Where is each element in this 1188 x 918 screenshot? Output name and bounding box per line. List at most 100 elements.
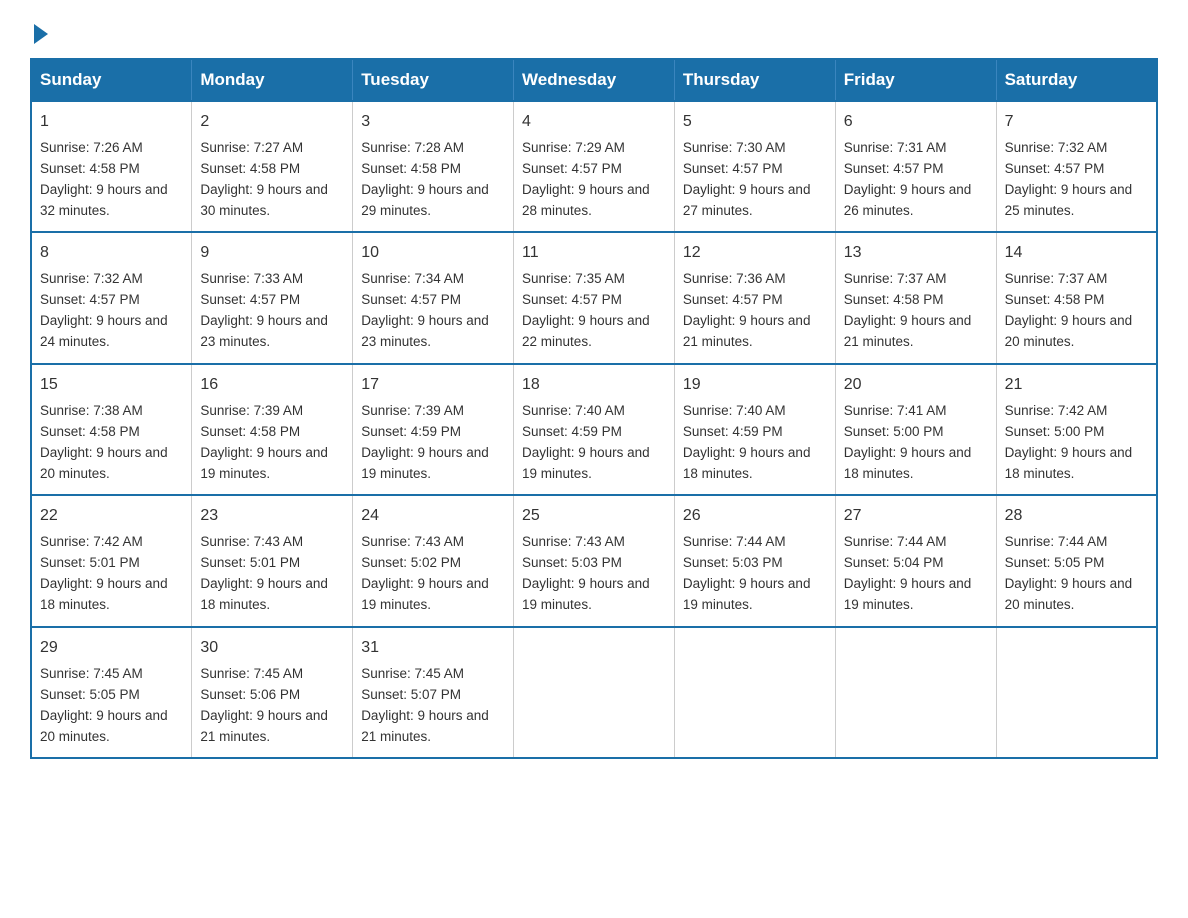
sunset-text: Sunset: 4:58 PM [200,424,300,439]
daylight-text: Daylight: 9 hours and 30 minutes. [200,182,328,218]
daylight-text: Daylight: 9 hours and 19 minutes. [361,576,489,612]
sunrise-text: Sunrise: 7:26 AM [40,140,143,155]
sunset-text: Sunset: 4:59 PM [361,424,461,439]
calendar-cell: 5Sunrise: 7:30 AMSunset: 4:57 PMDaylight… [674,101,835,232]
sunrise-text: Sunrise: 7:34 AM [361,271,464,286]
weekday-saturday: Saturday [996,59,1157,101]
day-number: 9 [200,241,344,266]
day-number: 16 [200,373,344,398]
daylight-text: Daylight: 9 hours and 22 minutes. [522,313,650,349]
sunrise-text: Sunrise: 7:39 AM [361,403,464,418]
daylight-text: Daylight: 9 hours and 27 minutes. [683,182,811,218]
sunset-text: Sunset: 4:57 PM [361,292,461,307]
calendar-cell: 20Sunrise: 7:41 AMSunset: 5:00 PMDayligh… [835,364,996,495]
calendar-cell: 29 Sunrise: 7:45 AM Sunset: 5:05 PM Dayligh… [31,627,192,758]
daylight-text: Daylight: 9 hours and 19 minutes. [844,576,972,612]
weekday-friday: Friday [835,59,996,101]
page-header [30,20,1158,40]
day-number: 24 [361,504,505,529]
daylight-text: Daylight: 9 hours and 20 minutes. [40,708,168,744]
day-number: 29 [40,636,183,661]
weekday-header-row: SundayMondayTuesdayWednesdayThursdayFrid… [31,59,1157,101]
calendar-week-3: 15 Sunrise: 7:38 AM Sunset: 4:58 PM Dayligh… [31,364,1157,495]
day-number: 26 [683,504,827,529]
day-number: 25 [522,504,666,529]
calendar-cell: 31 Sunrise: 7:45 AM Sunset: 5:07 PM Dayligh… [353,627,514,758]
calendar-cell: 24Sunrise: 7:43 AMSunset: 5:02 PMDayligh… [353,495,514,626]
logo [30,20,48,40]
daylight-text: Daylight: 9 hours and 18 minutes. [683,445,811,481]
weekday-wednesday: Wednesday [514,59,675,101]
calendar-cell: 28Sunrise: 7:44 AMSunset: 5:05 PMDayligh… [996,495,1157,626]
daylight-text: Daylight: 9 hours and 19 minutes. [683,576,811,612]
weekday-thursday: Thursday [674,59,835,101]
day-number: 31 [361,636,505,661]
calendar-cell: 10Sunrise: 7:34 AMSunset: 4:57 PMDayligh… [353,232,514,363]
calendar-cell [514,627,675,758]
sunset-text: Sunset: 5:01 PM [40,555,140,570]
calendar-week-2: 8Sunrise: 7:32 AMSunset: 4:57 PMDaylight… [31,232,1157,363]
sunrise-text: Sunrise: 7:36 AM [683,271,786,286]
calendar-week-5: 29 Sunrise: 7:45 AM Sunset: 5:05 PM Dayligh… [31,627,1157,758]
sunset-text: Sunset: 4:57 PM [1005,161,1105,176]
calendar-cell: 19Sunrise: 7:40 AMSunset: 4:59 PMDayligh… [674,364,835,495]
sunset-text: Sunset: 4:57 PM [40,292,140,307]
calendar-body: 1 Sunrise: 7:26 AM Sunset: 4:58 PM Daylight… [31,101,1157,758]
calendar-table: SundayMondayTuesdayWednesdayThursdayFrid… [30,58,1158,759]
sunrise-text: Sunrise: 7:43 AM [361,534,464,549]
sunrise-text: Sunrise: 7:31 AM [844,140,947,155]
sunrise-text: Sunrise: 7:42 AM [1005,403,1108,418]
daylight-text: Daylight: 9 hours and 26 minutes. [844,182,972,218]
sunset-text: Sunset: 4:58 PM [40,424,140,439]
sunset-text: Sunset: 4:58 PM [361,161,461,176]
daylight-text: Daylight: 9 hours and 21 minutes. [361,708,489,744]
sunrise-text: Sunrise: 7:41 AM [844,403,947,418]
weekday-tuesday: Tuesday [353,59,514,101]
sunset-text: Sunset: 5:07 PM [361,687,461,702]
calendar-cell [835,627,996,758]
day-number: 27 [844,504,988,529]
sunrise-text: Sunrise: 7:45 AM [40,666,143,681]
day-number: 13 [844,241,988,266]
day-number: 23 [200,504,344,529]
sunrise-text: Sunrise: 7:45 AM [361,666,464,681]
sunrise-text: Sunrise: 7:38 AM [40,403,143,418]
sunset-text: Sunset: 4:57 PM [683,292,783,307]
sunrise-text: Sunrise: 7:32 AM [40,271,143,286]
sunrise-text: Sunrise: 7:43 AM [200,534,303,549]
calendar-cell: 13Sunrise: 7:37 AMSunset: 4:58 PMDayligh… [835,232,996,363]
day-number: 19 [683,373,827,398]
day-number: 1 [40,110,183,135]
sunrise-text: Sunrise: 7:37 AM [1005,271,1108,286]
sunrise-text: Sunrise: 7:33 AM [200,271,303,286]
sunset-text: Sunset: 4:58 PM [844,292,944,307]
day-number: 3 [361,110,505,135]
sunset-text: Sunset: 4:59 PM [683,424,783,439]
day-number: 22 [40,504,183,529]
sunrise-text: Sunrise: 7:44 AM [844,534,947,549]
calendar-week-1: 1 Sunrise: 7:26 AM Sunset: 4:58 PM Daylight… [31,101,1157,232]
sunset-text: Sunset: 4:57 PM [522,161,622,176]
calendar-cell: 7Sunrise: 7:32 AMSunset: 4:57 PMDaylight… [996,101,1157,232]
calendar-cell: 15Sunrise: 7:38 AMSunset: 4:58 PMDayligh… [31,364,192,495]
sunset-text: Sunset: 5:06 PM [200,687,300,702]
sunrise-text: Sunrise: 7:44 AM [1005,534,1108,549]
sunset-text: Sunset: 5:00 PM [844,424,944,439]
daylight-text: Daylight: 9 hours and 19 minutes. [200,445,328,481]
sunrise-text: Sunrise: 7:30 AM [683,140,786,155]
day-number: 2 [200,110,344,135]
day-number: 10 [361,241,505,266]
sunset-text: Sunset: 4:57 PM [522,292,622,307]
sunrise-text: Sunrise: 7:45 AM [200,666,303,681]
sunset-text: Sunset: 5:04 PM [844,555,944,570]
calendar-cell: 9Sunrise: 7:33 AMSunset: 4:57 PMDaylight… [192,232,353,363]
sunset-text: Sunset: 4:58 PM [1005,292,1105,307]
calendar-cell: 22Sunrise: 7:42 AMSunset: 5:01 PMDayligh… [31,495,192,626]
calendar-cell: 6Sunrise: 7:31 AMSunset: 4:57 PMDaylight… [835,101,996,232]
sunset-text: Sunset: 4:57 PM [200,292,300,307]
daylight-text: Daylight: 9 hours and 21 minutes. [683,313,811,349]
day-number: 15 [40,373,183,398]
sunrise-text: Sunrise: 7:43 AM [522,534,625,549]
sunrise-text: Sunrise: 7:42 AM [40,534,143,549]
sunset-text: Sunset: 5:05 PM [40,687,140,702]
